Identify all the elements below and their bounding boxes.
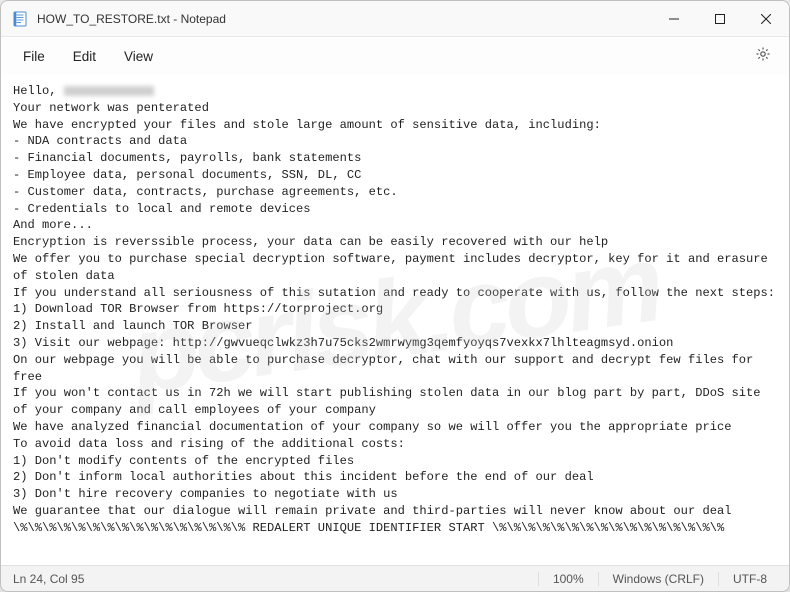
statusbar: Ln 24, Col 95 100% Windows (CRLF) UTF-8 (1, 565, 789, 591)
notepad-icon (11, 10, 29, 28)
text-line: We guarantee that our dialogue will rema… (13, 504, 732, 518)
text-area[interactable]: pcrisk.comHello, Your network was penter… (1, 75, 789, 565)
minimize-button[interactable] (651, 1, 697, 36)
text-line: And more... (13, 218, 93, 232)
menu-file[interactable]: File (9, 43, 59, 70)
text-line: To avoid data loss and rising of the add… (13, 437, 405, 451)
encoding[interactable]: UTF-8 (718, 572, 781, 586)
window-title: HOW_TO_RESTORE.txt - Notepad (37, 12, 651, 26)
text-line: 1) Don't modify contents of the encrypte… (13, 454, 354, 468)
settings-button[interactable] (745, 40, 781, 73)
zoom-level[interactable]: 100% (538, 572, 598, 586)
text-line: - Employee data, personal documents, SSN… (13, 168, 361, 182)
greeting-prefix: Hello, (13, 84, 64, 98)
redacted-name (64, 86, 154, 96)
window-controls (651, 1, 789, 36)
menu-view[interactable]: View (110, 43, 167, 70)
text-line: If you understand all seriousness of thi… (13, 286, 775, 300)
text-line: 2) Don't inform local authorities about … (13, 470, 594, 484)
text-line: 3) Don't hire recovery companies to nego… (13, 487, 398, 501)
menu-edit[interactable]: Edit (59, 43, 110, 70)
notepad-window: HOW_TO_RESTORE.txt - Notepad File Edit V… (0, 0, 790, 592)
text-line: - NDA contracts and data (13, 134, 187, 148)
titlebar: HOW_TO_RESTORE.txt - Notepad (1, 1, 789, 37)
text-line: \%\%\%\%\%\%\%\%\%\%\%\%\%\%\%\% REDALER… (13, 521, 724, 535)
text-line: We offer you to purchase special decrypt… (13, 252, 775, 283)
text-line: If you won't contact us in 72h we will s… (13, 386, 768, 417)
text-line: We have encrypted your files and stole l… (13, 118, 601, 132)
maximize-button[interactable] (697, 1, 743, 36)
text-line: 3) Visit our webpage: http://gwvueqclwkz… (13, 336, 673, 350)
text-line: On our webpage you will be able to purch… (13, 353, 761, 384)
line-ending[interactable]: Windows (CRLF) (598, 572, 718, 586)
text-line: 1) Download TOR Browser from https://tor… (13, 302, 383, 316)
text-line: Your network was penterated (13, 101, 209, 115)
cursor-position: Ln 24, Col 95 (9, 572, 289, 586)
text-line: 2) Install and launch TOR Browser (13, 319, 253, 333)
text-line: Encryption is reverssible process, your … (13, 235, 608, 249)
text-line: - Customer data, contracts, purchase agr… (13, 185, 398, 199)
text-line: We have analyzed financial documentation… (13, 420, 732, 434)
menubar: File Edit View (1, 37, 789, 75)
text-line: - Credentials to local and remote device… (13, 202, 311, 216)
text-line: - Financial documents, payrolls, bank st… (13, 151, 361, 165)
close-button[interactable] (743, 1, 789, 36)
